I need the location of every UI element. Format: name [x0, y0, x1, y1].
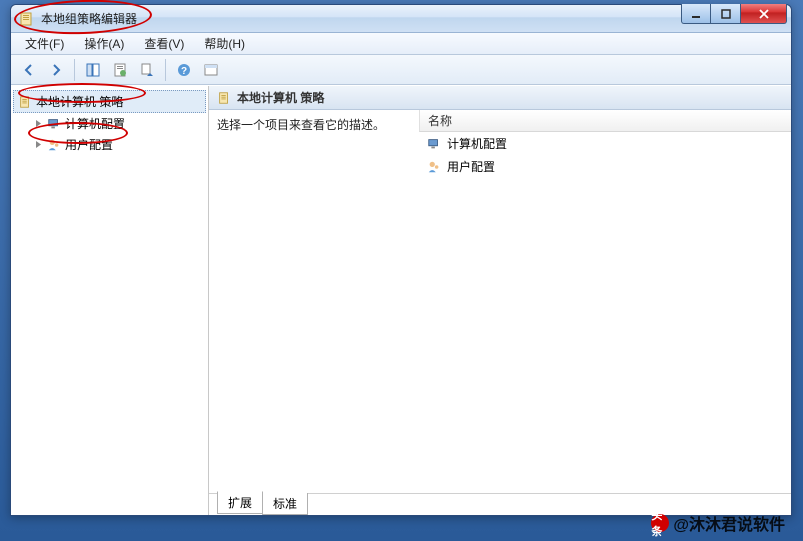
toolbar-separator	[74, 59, 75, 81]
expand-icon[interactable]	[33, 119, 43, 129]
forward-button[interactable]	[44, 58, 68, 82]
detail-pane: 本地计算机 策略 选择一个项目来查看它的描述。 名称 计算机配置	[209, 86, 791, 515]
tree-root[interactable]: 本地计算机 策略	[13, 90, 206, 113]
window-title: 本地组策略编辑器	[41, 10, 137, 27]
detail-header: 本地计算机 策略	[209, 86, 791, 110]
tree-item-label: 用户配置	[65, 136, 113, 153]
list-item-user[interactable]: 用户配置	[419, 155, 791, 178]
filter-button[interactable]	[199, 58, 223, 82]
window-controls	[681, 4, 787, 24]
menu-action[interactable]: 操作(A)	[74, 32, 134, 55]
expand-icon[interactable]	[33, 140, 43, 150]
column-header-name[interactable]: 名称	[419, 110, 791, 132]
export-button[interactable]	[135, 58, 159, 82]
watermark: 头条 @沐沐君说软件	[651, 511, 785, 535]
tree-item-computer[interactable]: 计算机配置	[13, 113, 206, 134]
help-button[interactable]: ?	[172, 58, 196, 82]
main-body: 本地计算机 策略 计算机配置 用户配置 本地计算机 策略 选择一个项目来查看它的…	[11, 85, 791, 515]
user-icon	[427, 160, 441, 174]
computer-icon	[47, 117, 61, 131]
toolbar: ?	[11, 55, 791, 85]
titlebar[interactable]: 本地组策略编辑器	[11, 5, 791, 33]
properties-button[interactable]	[108, 58, 132, 82]
toolbar-separator	[165, 59, 166, 81]
menu-help[interactable]: 帮助(H)	[194, 32, 255, 55]
user-icon	[47, 138, 61, 152]
list-item-label: 用户配置	[447, 158, 495, 175]
menubar: 文件(F) 操作(A) 查看(V) 帮助(H)	[11, 33, 791, 55]
description-column: 选择一个项目来查看它的描述。	[209, 110, 419, 493]
tab-standard[interactable]: 标准	[262, 493, 308, 515]
policy-icon	[217, 91, 231, 105]
tab-extended[interactable]: 扩展	[217, 491, 263, 514]
detail-header-label: 本地计算机 策略	[237, 89, 324, 106]
list-column: 名称 计算机配置 用户配置	[419, 110, 791, 493]
watermark-text: @沐沐君说软件	[673, 511, 785, 535]
tree-root-label: 本地计算机 策略	[36, 93, 123, 110]
tree-item-label: 计算机配置	[65, 115, 125, 132]
list-item-label: 计算机配置	[447, 135, 507, 152]
tree-pane: 本地计算机 策略 计算机配置 用户配置	[11, 86, 209, 515]
app-window: 本地组策略编辑器 文件(F) 操作(A) 查看(V) 帮助(H) ? 本地计算机…	[10, 4, 792, 516]
watermark-badge: 头条	[651, 514, 669, 532]
menu-view[interactable]: 查看(V)	[134, 32, 194, 55]
menu-file[interactable]: 文件(F)	[15, 32, 74, 55]
description-text: 选择一个项目来查看它的描述。	[217, 118, 385, 132]
back-button[interactable]	[17, 58, 41, 82]
policy-icon	[18, 95, 32, 109]
svg-text:?: ?	[181, 66, 187, 77]
list-item-computer[interactable]: 计算机配置	[419, 132, 791, 155]
maximize-button[interactable]	[711, 4, 741, 24]
tree-item-user[interactable]: 用户配置	[13, 134, 206, 155]
app-icon	[19, 11, 35, 27]
close-button[interactable]	[741, 4, 787, 24]
column-header-label: 名称	[428, 112, 452, 129]
detail-body: 选择一个项目来查看它的描述。 名称 计算机配置 用户配置	[209, 110, 791, 493]
computer-icon	[427, 137, 441, 151]
minimize-button[interactable]	[681, 4, 711, 24]
show-tree-button[interactable]	[81, 58, 105, 82]
